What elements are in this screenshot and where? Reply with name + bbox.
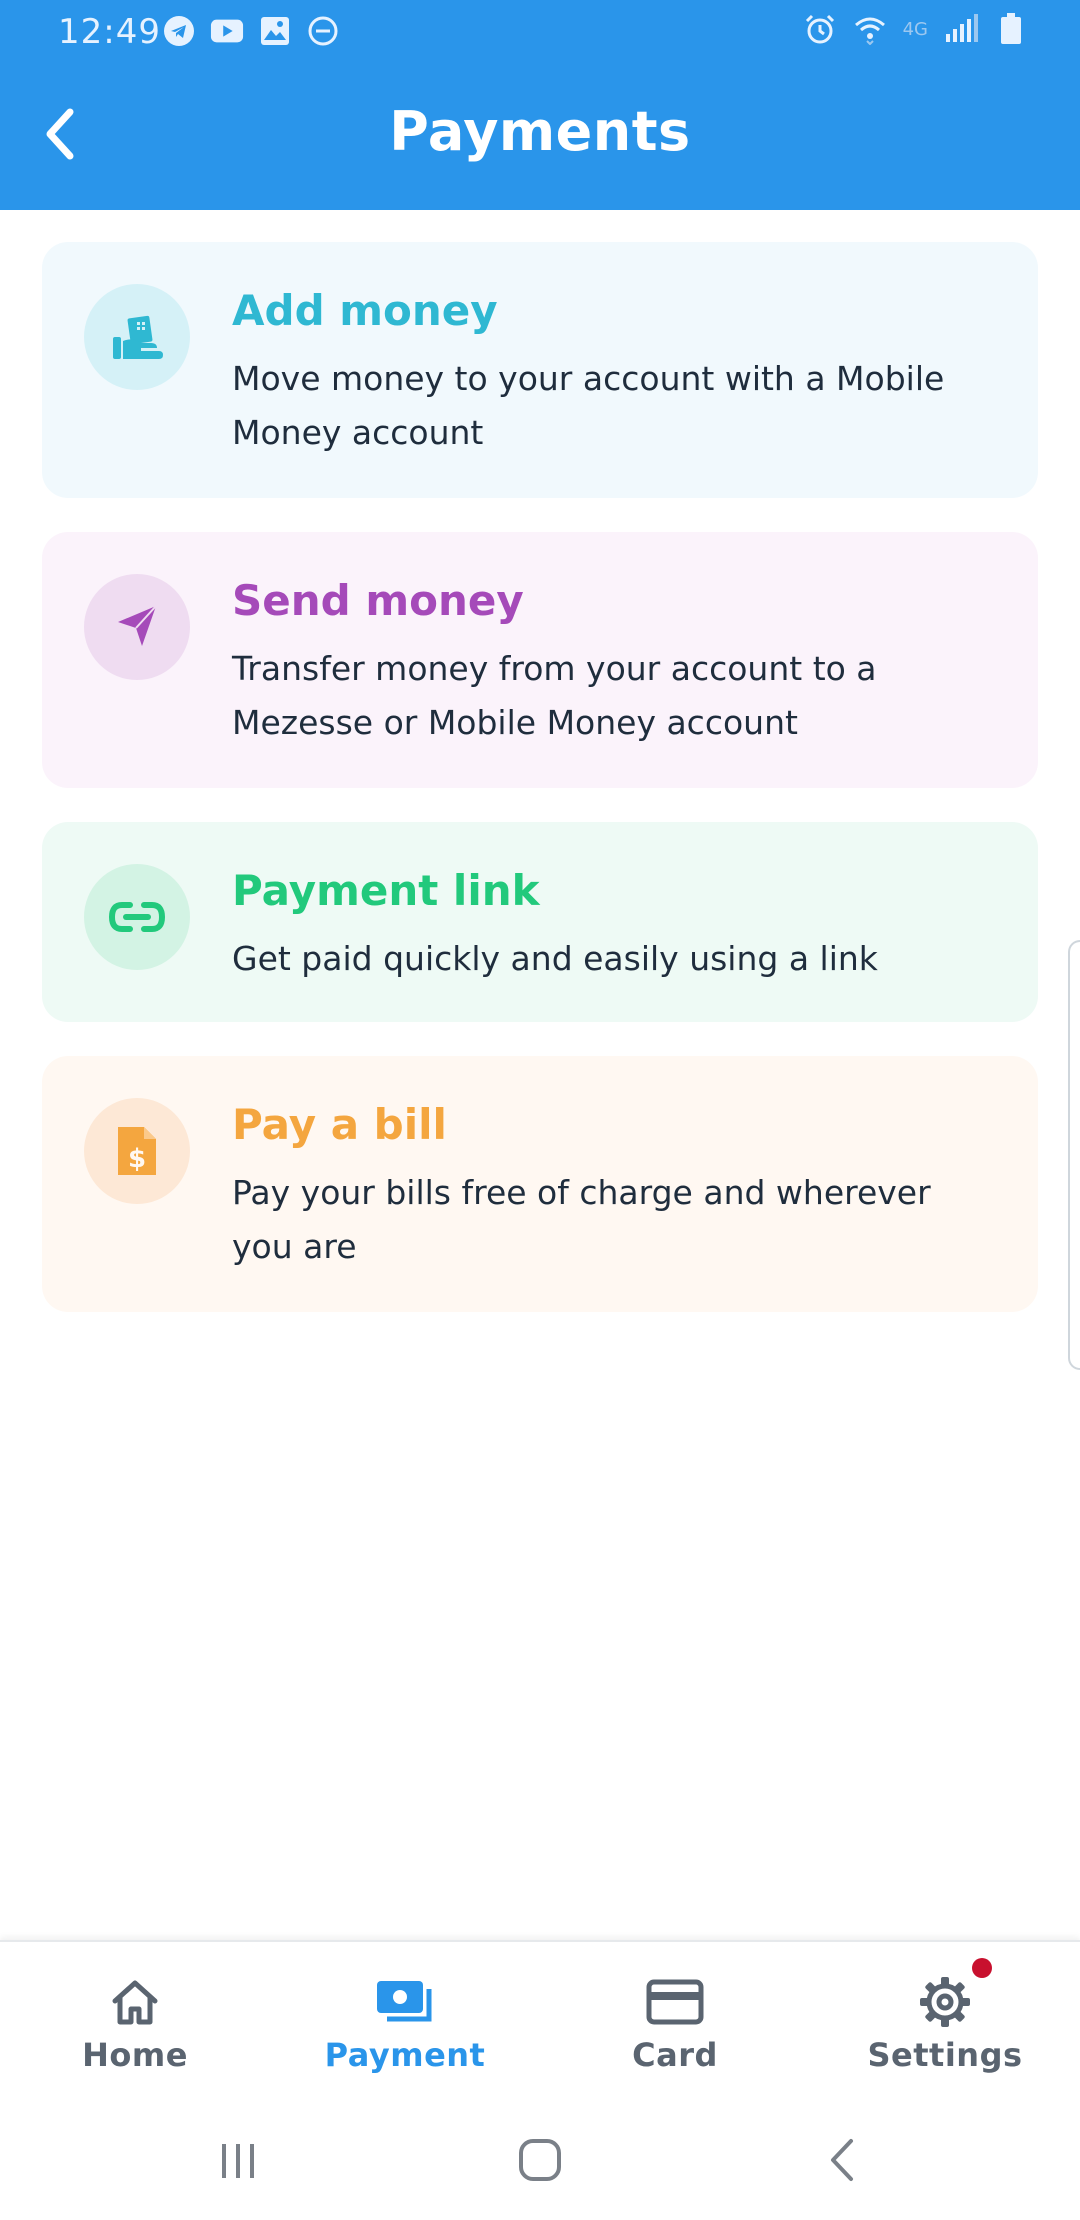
system-back-button[interactable]	[802, 2130, 882, 2190]
card-description: Get paid quickly and easily using a link	[232, 939, 878, 978]
gallery-icon	[258, 14, 292, 48]
edge-panel-handle[interactable]	[1068, 940, 1080, 1370]
system-navigation-bar	[0, 2090, 1080, 2220]
nav-item-payment[interactable]: Payment	[270, 1942, 540, 2092]
send-arrow-icon	[84, 574, 190, 680]
bill-document-icon: $	[84, 1098, 190, 1204]
card-description: Move money to your account with a Mobile…	[232, 359, 945, 452]
do-not-disturb-icon	[306, 14, 340, 48]
notification-badge	[972, 1958, 992, 1978]
card-title: Pay a bill	[232, 1100, 447, 1149]
telegram-icon	[162, 14, 196, 48]
nav-item-home[interactable]: Home	[0, 1942, 270, 2092]
network-4g-label: 4G	[902, 18, 928, 40]
card-icon	[540, 1972, 810, 2032]
nav-item-settings[interactable]: Settings	[810, 1942, 1080, 2092]
signal-icon	[944, 12, 978, 46]
home-icon	[0, 1972, 270, 2032]
send-money-card[interactable]: Send money Transfer money from your acco…	[42, 532, 1038, 788]
card-title: Payment link	[232, 866, 540, 915]
card-title: Add money	[232, 286, 498, 335]
card-description: Pay your bills free of charge and wherev…	[232, 1173, 931, 1266]
status-bar: 12:49 4G	[0, 0, 1080, 64]
nav-label: Card	[632, 2036, 718, 2074]
add-money-card[interactable]: Add money Move money to your account wit…	[42, 242, 1038, 498]
system-home-button[interactable]	[500, 2130, 580, 2190]
status-system-icons: 4G	[803, 12, 1028, 46]
pay-bill-card[interactable]: $ Pay a bill Pay your bills free of char…	[42, 1056, 1038, 1312]
alarm-icon	[803, 12, 837, 46]
app-bar: Payments	[0, 64, 1080, 210]
bottom-navigation: Home Payment Card Settings	[0, 1940, 1080, 2090]
gear-icon	[810, 1972, 1080, 2032]
home-circle-icon	[519, 2139, 561, 2181]
wifi-icon	[853, 12, 887, 46]
card-description: Transfer money from your account to a Me…	[232, 649, 877, 742]
nav-label: Home	[82, 2036, 188, 2074]
payment-icon	[270, 1972, 540, 2032]
recents-button[interactable]	[198, 2130, 278, 2190]
nav-label: Payment	[324, 2036, 486, 2074]
page-title: Payments	[389, 100, 691, 163]
youtube-icon	[210, 14, 244, 48]
recents-icon	[222, 2144, 254, 2178]
svg-text:$: $	[128, 1144, 146, 1174]
payment-options-list: Add money Move money to your account wit…	[42, 242, 1038, 1346]
nav-item-card[interactable]: Card	[540, 1942, 810, 2092]
status-notification-icons	[162, 14, 340, 48]
payment-link-card[interactable]: Payment link Get paid quickly and easily…	[42, 822, 1038, 1022]
link-icon	[84, 864, 190, 970]
hand-deposit-icon	[84, 284, 190, 390]
back-icon	[831, 2139, 853, 2181]
nav-label: Settings	[867, 2036, 1023, 2074]
status-time: 12:49	[58, 12, 161, 52]
card-title: Send money	[232, 576, 524, 625]
battery-icon	[994, 12, 1028, 46]
